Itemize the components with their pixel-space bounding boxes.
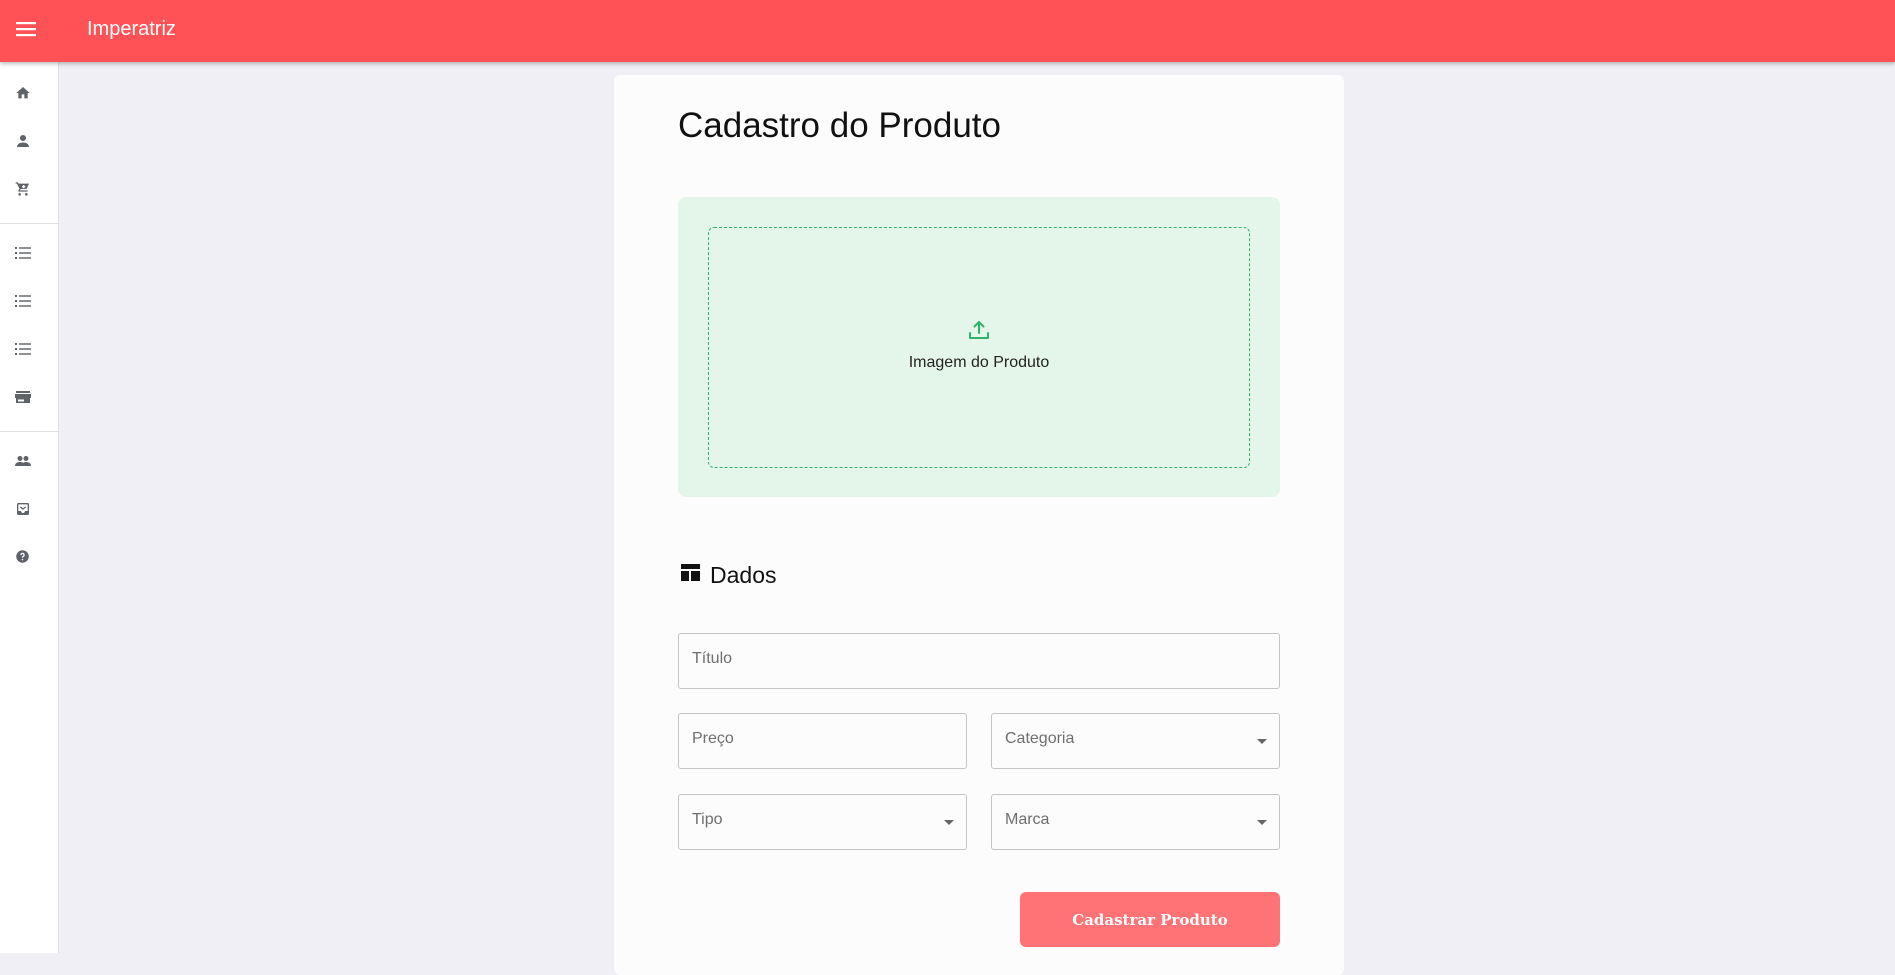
sidebar-item-help[interactable]	[0, 539, 45, 579]
page-title: Cadastro do Produto	[678, 106, 1001, 145]
dropdown-arrow-icon	[944, 820, 954, 825]
sidebar-item-people[interactable]	[0, 443, 45, 483]
menu-icon[interactable]	[16, 21, 38, 41]
sidebar-item-home[interactable]	[0, 75, 45, 115]
list-icon	[14, 342, 31, 361]
sidebar-item-inbox[interactable]	[0, 491, 45, 531]
categoria-label: Categoria	[1005, 730, 1075, 747]
people-icon	[14, 454, 31, 472]
home-icon	[15, 85, 31, 106]
sidebar-item-list-1[interactable]	[0, 235, 45, 275]
preco-field[interactable]: Preço	[678, 713, 967, 769]
sidebar-item-list-3[interactable]	[0, 331, 45, 371]
tipo-label: Tipo	[692, 811, 723, 828]
upload-icon	[967, 318, 991, 347]
sidebar-item-list-2[interactable]	[0, 283, 45, 323]
cart-icon	[15, 181, 31, 202]
help-icon	[15, 549, 30, 569]
cadastrar-produto-button[interactable]: Cadastrar Produto	[1020, 892, 1280, 947]
sidebar-item-user[interactable]	[0, 123, 45, 163]
marca-label: Marca	[1005, 811, 1050, 828]
sidebar-divider	[0, 223, 58, 224]
sidebar-divider	[0, 431, 58, 432]
marca-select[interactable]: Marca	[991, 794, 1280, 850]
tipo-select[interactable]: Tipo	[678, 794, 967, 850]
sidebar-item-store[interactable]	[0, 379, 45, 419]
dropdown-arrow-icon	[1257, 739, 1267, 744]
dropdown-arrow-icon	[1257, 820, 1267, 825]
titulo-field[interactable]: Título	[678, 633, 1280, 689]
app-title: Imperatriz	[87, 18, 176, 40]
section-title-dados: Dados	[710, 562, 777, 588]
list-icon	[14, 294, 31, 313]
store-icon	[14, 390, 31, 409]
sidebar-item-cart[interactable]	[0, 171, 45, 211]
sidebar	[0, 62, 59, 953]
upload-label: Imagem do Produto	[908, 354, 1050, 371]
list-icon	[14, 246, 31, 265]
inbox-icon	[15, 501, 31, 522]
image-dropzone[interactable]	[708, 227, 1250, 468]
preco-label: Preço	[692, 730, 734, 747]
user-icon	[14, 132, 32, 155]
dashboard-icon	[681, 564, 700, 586]
titulo-label: Título	[692, 650, 733, 667]
app-bar: Imperatriz	[0, 0, 1895, 62]
categoria-select[interactable]: Categoria	[991, 713, 1280, 769]
